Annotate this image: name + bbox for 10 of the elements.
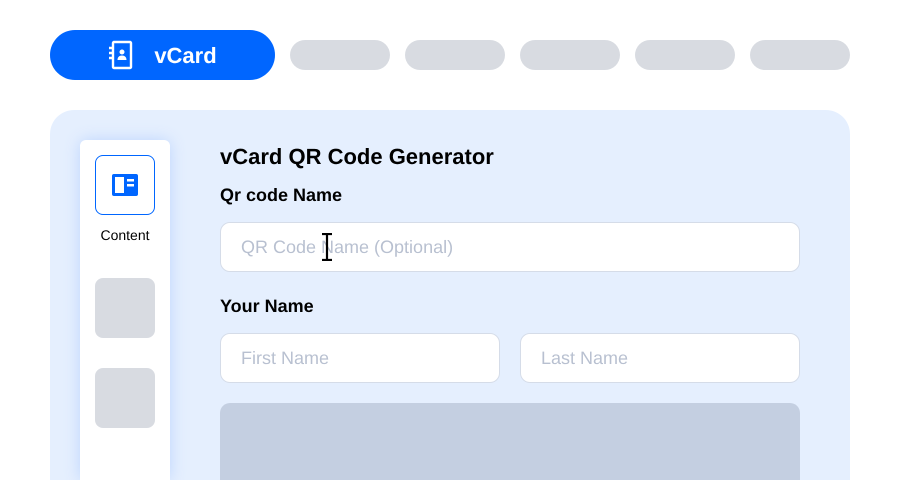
layout-icon	[112, 174, 138, 196]
field-label: Your Name	[220, 295, 314, 318]
field-label: Qr code Name	[220, 184, 342, 207]
placeholder-item	[95, 278, 155, 338]
name-field[interactable]: Last Name	[520, 333, 800, 383]
placeholder-item	[95, 368, 155, 428]
name-field[interactable]: First Name	[220, 333, 500, 383]
vcard-tab[interactable]: vCard	[50, 30, 275, 80]
form-title: vCard QR Code Generator	[220, 143, 494, 171]
contact-card-icon	[108, 40, 134, 70]
